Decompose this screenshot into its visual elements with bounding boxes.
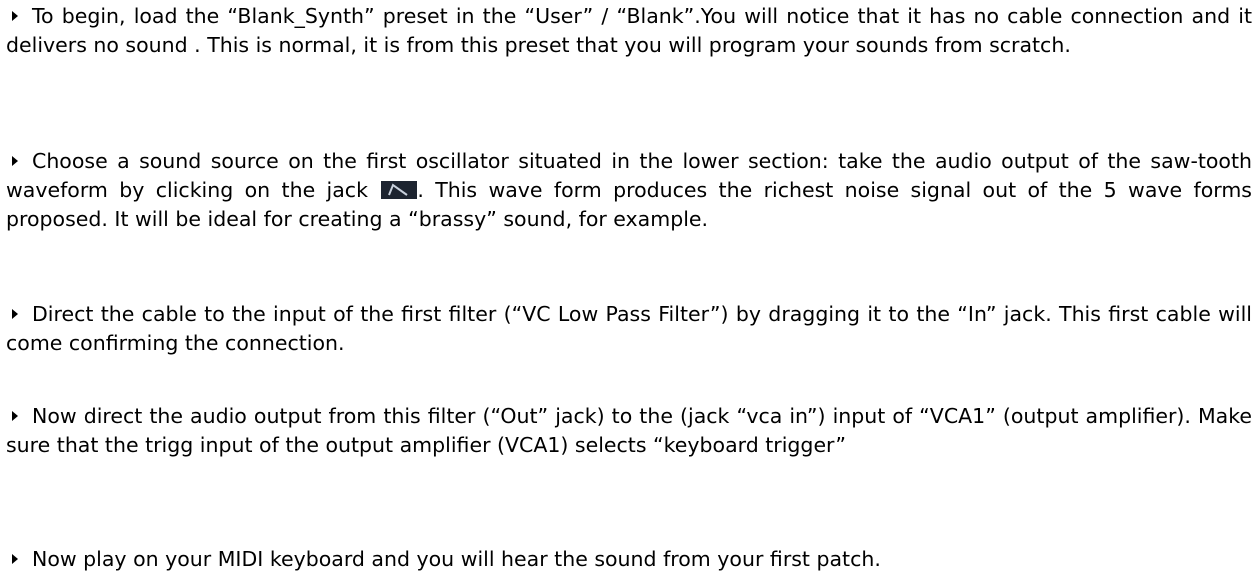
paragraph-text: To begin, load the “Blank_Synth” preset …	[6, 4, 1252, 57]
bullet-arrow-icon	[12, 411, 18, 421]
bullet-arrow-icon	[12, 11, 18, 21]
paragraph-text: Now direct the audio output from this fi…	[6, 404, 1252, 457]
paragraph-play-keyboard: Now play on your MIDI keyboard and you w…	[6, 545, 1252, 574]
paragraph-choose-source: Choose a sound source on the first oscil…	[6, 147, 1252, 234]
bullet-arrow-icon	[12, 554, 18, 564]
paragraph-text: Now play on your MIDI keyboard and you w…	[32, 547, 881, 571]
paragraph-direct-cable: Direct the cable to the input of the fir…	[6, 300, 1252, 358]
paragraph-load-preset: To begin, load the “Blank_Synth” preset …	[6, 2, 1252, 60]
paragraph-audio-output: Now direct the audio output from this fi…	[6, 402, 1252, 460]
paragraph-text: Direct the cable to the input of the fir…	[6, 302, 1252, 355]
bullet-arrow-icon	[12, 156, 18, 166]
sawtooth-jack-icon	[381, 181, 418, 199]
bullet-arrow-icon	[12, 309, 18, 319]
